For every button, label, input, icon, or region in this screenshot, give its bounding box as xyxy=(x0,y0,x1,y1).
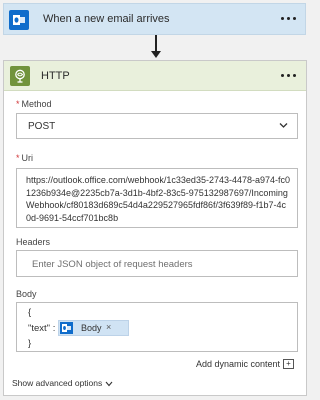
required-marker: * xyxy=(16,99,20,109)
http-action-card: HTTP * Method POST * Uri https://outlook.o… xyxy=(3,60,307,396)
chevron-down-icon xyxy=(105,381,113,387)
trigger-card[interactable]: When a new email arrives xyxy=(3,3,306,35)
uri-label-text: Uri xyxy=(21,153,34,163)
http-action-title: HTTP xyxy=(41,70,70,82)
trigger-title: When a new email arrives xyxy=(43,13,170,25)
uri-label: * Uri xyxy=(16,153,33,163)
body-field[interactable]: { "text" : Body × } xyxy=(16,302,298,352)
globe-icon xyxy=(10,66,30,86)
headers-placeholder: Enter JSON object of request headers xyxy=(32,259,193,270)
token-remove-icon[interactable]: × xyxy=(106,322,111,332)
chevron-down-icon[interactable] xyxy=(279,122,288,129)
arrow-down-icon xyxy=(151,35,161,60)
http-action-header[interactable]: HTTP xyxy=(4,61,306,91)
body-open-brace: { xyxy=(28,307,32,318)
token-label: Body xyxy=(81,323,102,333)
body-key-text: "text" : xyxy=(28,323,56,334)
body-label: Body xyxy=(16,289,37,299)
http-more-menu-icon[interactable] xyxy=(281,73,297,79)
method-label-text: Method xyxy=(21,99,52,109)
body-close-brace: } xyxy=(28,338,32,349)
uri-field[interactable]: https://outlook.office.com/webhook/1c33e… xyxy=(16,168,298,228)
show-advanced-options-label: Show advanced options xyxy=(12,378,103,388)
add-dynamic-content-link[interactable]: Add dynamic content xyxy=(196,359,280,369)
add-dynamic-content-icon[interactable]: + xyxy=(283,359,294,369)
outlook-icon xyxy=(9,10,29,30)
show-advanced-options-link[interactable]: Show advanced options xyxy=(12,378,113,388)
required-marker: * xyxy=(16,153,20,163)
method-label: * Method xyxy=(16,99,52,109)
uri-value: https://outlook.office.com/webhook/1c33e… xyxy=(26,175,291,223)
dynamic-content-token[interactable]: Body × xyxy=(58,320,129,336)
method-value: POST xyxy=(28,121,56,132)
headers-label: Headers xyxy=(16,237,51,247)
trigger-more-menu-icon[interactable] xyxy=(281,16,297,22)
headers-field[interactable]: Enter JSON object of request headers xyxy=(16,250,298,277)
method-select[interactable]: POST xyxy=(16,113,298,139)
outlook-icon xyxy=(60,322,73,334)
